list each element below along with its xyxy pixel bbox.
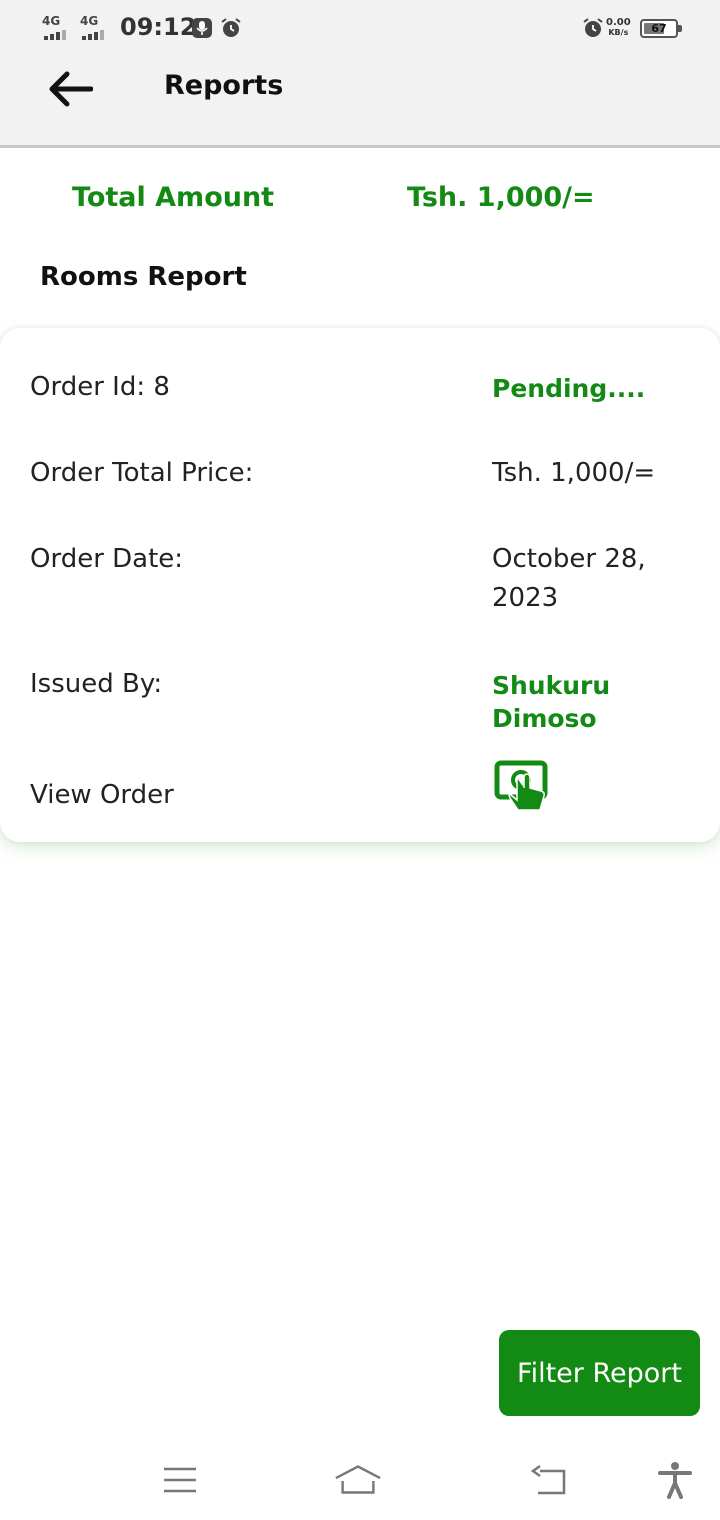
- status-bar: 4G 4G 09:12 0.00 KB/s 67: [0, 0, 720, 58]
- home-button[interactable]: [333, 1458, 383, 1502]
- order-total-price-label: Order Total Price:: [30, 458, 254, 488]
- status-time: 09:12: [120, 13, 197, 41]
- view-order-label: View Order: [30, 780, 174, 810]
- accessibility-icon: [658, 1462, 692, 1499]
- network-speed: 0.00 KB/s: [606, 18, 631, 38]
- order-id-label: Order Id: 8: [30, 372, 170, 402]
- mic-icon: [192, 18, 212, 38]
- battery-percent: 67: [651, 22, 667, 35]
- arrow-left-icon: [49, 71, 93, 107]
- signal-icon: 4G: [42, 14, 76, 42]
- app-header: 4G 4G 09:12 0.00 KB/s 67 Reports: [0, 0, 720, 148]
- total-amount-label: Total Amount: [72, 182, 275, 213]
- sim1-network-type: 4G: [42, 14, 61, 28]
- back-button[interactable]: [40, 64, 100, 114]
- back-nav-button[interactable]: [523, 1458, 573, 1502]
- order-status-badge: Pending....: [492, 374, 646, 403]
- issued-by-value: Shukuru Dimoso: [492, 671, 611, 733]
- system-nav-bar: [0, 1440, 720, 1520]
- order-total-price-value: Tsh. 1,000/=: [492, 458, 656, 488]
- tap-screen-icon[interactable]: [494, 760, 550, 814]
- order-date-label: Order Date:: [30, 544, 184, 574]
- back-icon: [530, 1464, 566, 1495]
- battery-icon: 67: [640, 19, 682, 38]
- menu-icon: [164, 1467, 196, 1493]
- network-speed-unit: KB/s: [608, 28, 629, 37]
- accessibility-button[interactable]: [650, 1458, 700, 1502]
- home-icon: [335, 1465, 381, 1494]
- section-title: Rooms Report: [40, 262, 247, 292]
- menu-button[interactable]: [155, 1458, 205, 1502]
- signal-icon: 4G: [80, 14, 114, 42]
- issued-by-label: Issued By:: [30, 669, 163, 699]
- sim2-network-type: 4G: [80, 14, 99, 28]
- total-amount-value: Tsh. 1,000/=: [407, 182, 595, 213]
- order-date-value: October 28, 2023: [492, 544, 646, 613]
- filter-report-button[interactable]: Filter Report: [499, 1330, 700, 1416]
- alarm-icon: [583, 18, 603, 37]
- page-title: Reports: [164, 70, 284, 101]
- alarm-icon: [221, 18, 241, 37]
- network-speed-value: 0.00: [606, 17, 631, 28]
- order-card: Order Id: 8 Pending.... Order Total Pric…: [0, 328, 720, 842]
